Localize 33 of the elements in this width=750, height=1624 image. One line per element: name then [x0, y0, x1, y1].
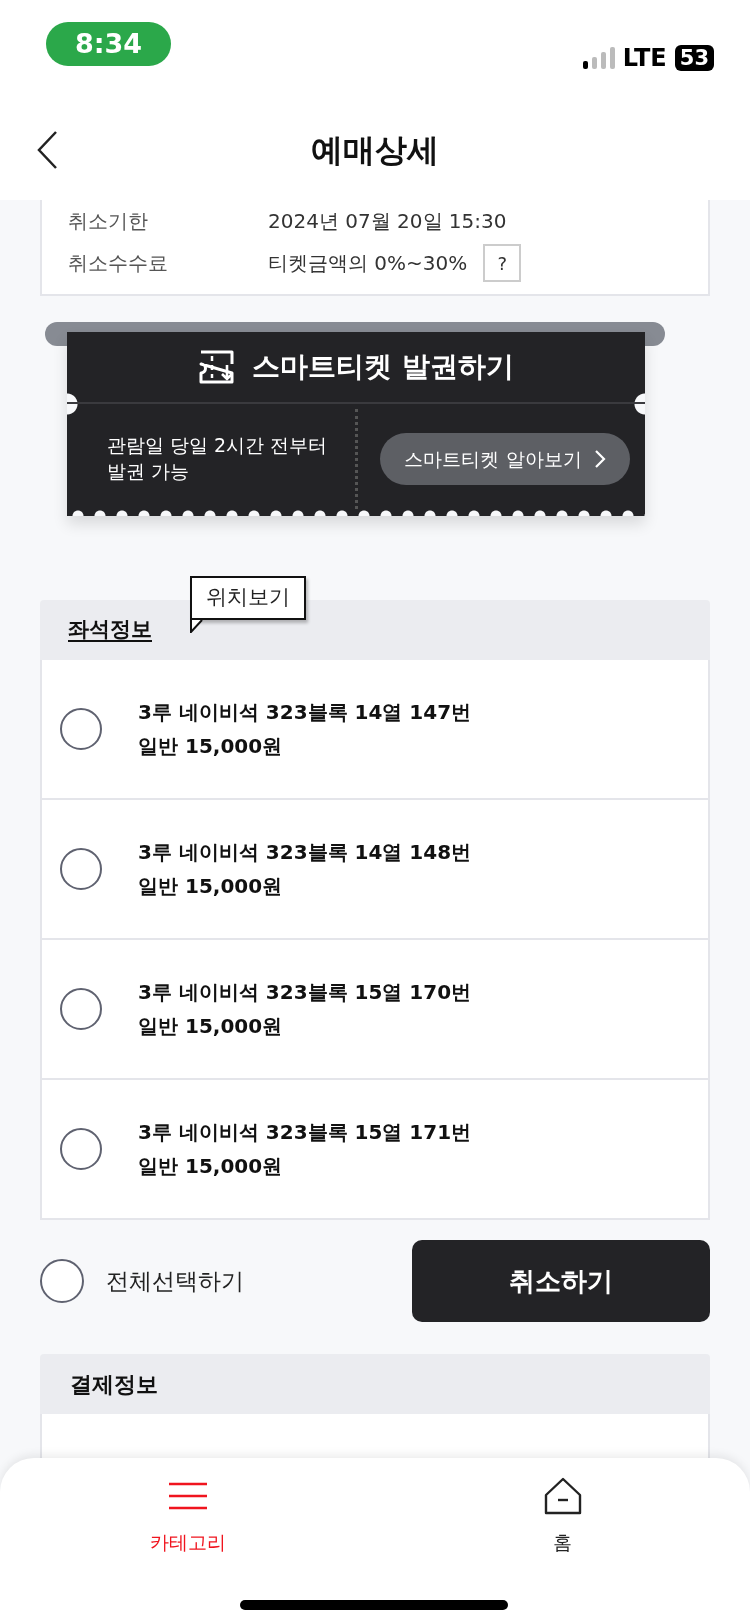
learn-more-button[interactable]: 스마트티켓 알아보기: [380, 433, 630, 485]
info-value: 2024년 07월 20일 15:30: [268, 208, 507, 235]
cancel-button[interactable]: 취소하기: [412, 1240, 710, 1322]
nav-label: 홈: [553, 1530, 572, 1555]
location-tooltip[interactable]: 위치보기: [190, 576, 306, 620]
seat-price: 일반 15,000원: [138, 1013, 284, 1040]
time-pill: 8:34: [46, 22, 171, 66]
seat-row[interactable]: 3루 네이비석 323블록 14열 148번 일반 15,000원: [40, 800, 710, 940]
info-value: 티켓금액의 0%~30%: [268, 250, 468, 277]
seat-row[interactable]: 3루 네이비석 323블록 15열 171번 일반 15,000원: [40, 1080, 710, 1220]
seat-row[interactable]: 3루 네이비석 323블록 14열 147번 일반 15,000원: [40, 660, 710, 800]
ticket-note: 관람일 당일 2시간 전부터 발권 가능: [106, 433, 329, 484]
seat-price: 일반 15,000원: [138, 1153, 284, 1180]
page-title: 예매상세: [311, 130, 439, 170]
select-all-label: 전체선택하기: [106, 1266, 244, 1296]
nav-tab[interactable]: 홈: [375, 1458, 750, 1624]
seat-price: 일반 15,000원: [138, 873, 284, 900]
nav-tab[interactable]: 카테고리: [0, 1458, 375, 1624]
section-title: 좌석정보: [68, 616, 152, 644]
section-header: 결제정보: [40, 1354, 710, 1414]
seat-row[interactable]: 3루 네이비석 323블록 15열 170번 일반 15,000원: [40, 940, 710, 1080]
seat-label: 3루 네이비석 323블록 15열 171번: [138, 1119, 472, 1146]
help-button[interactable]: ?: [483, 244, 522, 282]
ticket-title: 스마트티켓 발권하기: [252, 349, 514, 385]
seat-label: 3루 네이비석 323블록 15열 170번: [138, 979, 472, 1006]
seat-label: 3루 네이비석 323블록 14열 148번: [138, 839, 472, 866]
info-label: 취소수수료: [68, 250, 169, 277]
network-label: LTE: [622, 43, 667, 74]
battery-level: 53: [674, 45, 714, 71]
seat-price: 일반 15,000원: [138, 733, 284, 760]
seat-label: 3루 네이비석 323블록 14열 147번: [138, 699, 472, 726]
nav-label: 카테고리: [149, 1530, 226, 1555]
info-label: 취소기한: [68, 208, 149, 235]
